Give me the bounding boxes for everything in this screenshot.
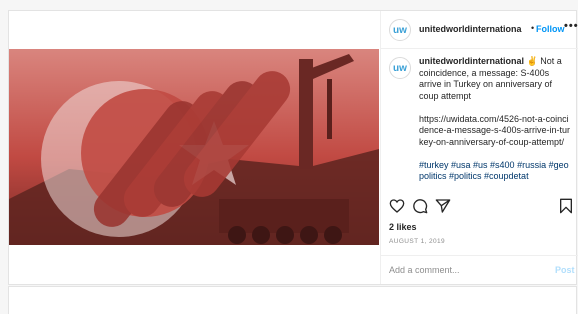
post-header: uw unitedworldinternationa • Follow ••• (381, 11, 578, 49)
caption-avatar[interactable]: uw (389, 57, 411, 79)
avatar-logo-icon: uw (393, 63, 407, 74)
post-sidebar: uw unitedworldinternationa • Follow ••• … (380, 11, 578, 284)
more-options-icon[interactable]: ••• (564, 20, 578, 32)
follow-button[interactable]: Follow (536, 24, 565, 34)
heart-icon[interactable] (389, 198, 405, 214)
comment-bar: Add a comment... Post (381, 255, 578, 284)
victory-hand-icon: ✌ (526, 56, 538, 66)
post-comment-button[interactable]: Post (555, 265, 575, 275)
caption-link: https://uwidata.com/4526-not-a-coinciden… (419, 113, 571, 147)
caption-hashtags[interactable]: #turkey #usa #us #s400 #russia #geopolit… (419, 160, 573, 183)
comment-icon[interactable] (412, 198, 428, 214)
caption-username[interactable]: unitedworldinternational (419, 56, 524, 66)
header-separator: • (531, 23, 535, 33)
header-username[interactable]: unitedworldinternationa (419, 24, 531, 34)
share-icon[interactable] (435, 198, 451, 214)
avatar[interactable]: uw (389, 19, 411, 41)
caption-area: uw unitedworldinternational ✌ Not a coin… (381, 50, 578, 197)
svg-text:uw: uw (393, 63, 407, 74)
bookmark-icon[interactable] (558, 198, 574, 214)
likes-count[interactable]: 2 likes (389, 222, 417, 232)
post-image[interactable] (9, 49, 379, 245)
post-caption: unitedworldinternational ✌ Not a coincid… (419, 56, 573, 183)
svg-text:uw: uw (393, 25, 407, 36)
post-date: AUGUST 1, 2019 (389, 238, 446, 245)
comment-input[interactable]: Add a comment... (389, 265, 460, 275)
post-card: uw unitedworldinternationa • Follow ••• … (8, 10, 578, 285)
lower-panel (8, 286, 577, 314)
avatar-logo-icon: uw (393, 25, 407, 36)
flag-missile-photo (9, 49, 379, 245)
action-bar (381, 198, 578, 218)
